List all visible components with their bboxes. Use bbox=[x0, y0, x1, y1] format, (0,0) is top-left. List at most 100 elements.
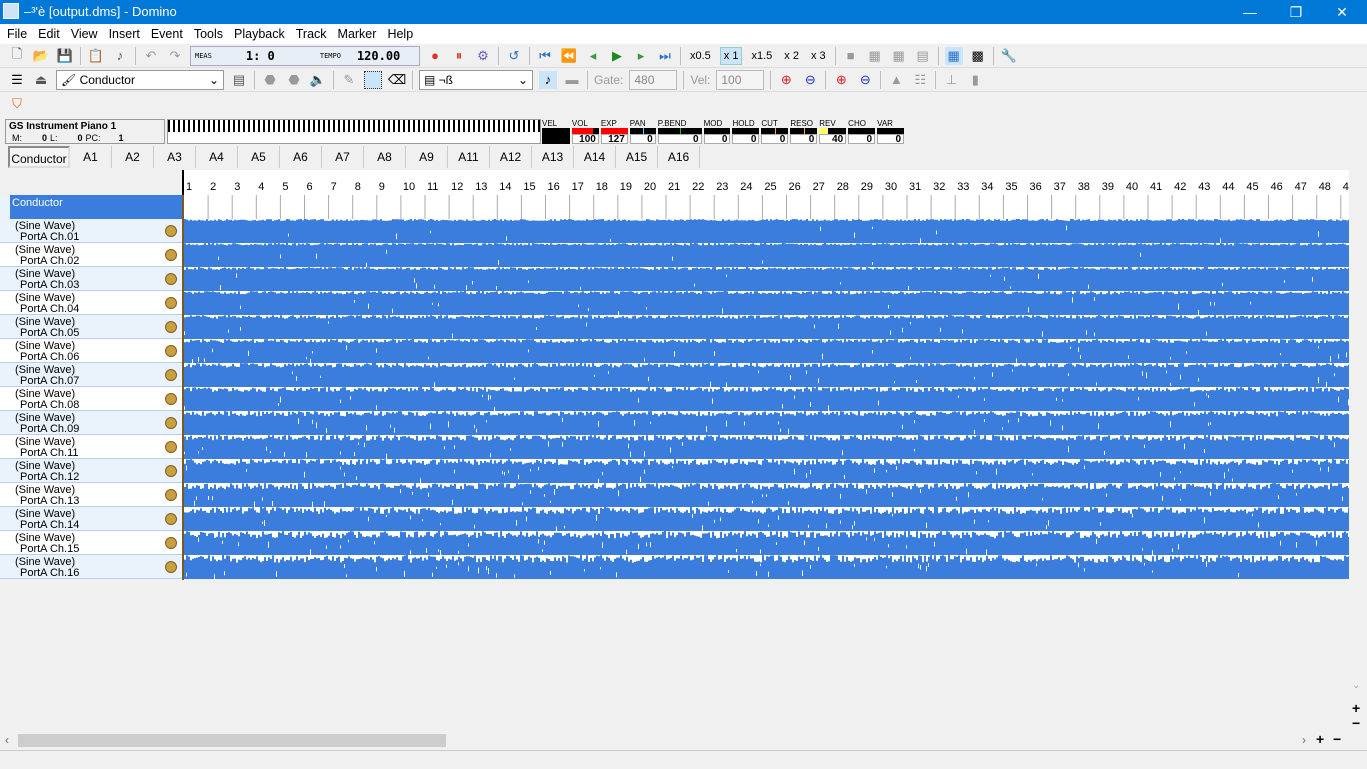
tab-a11[interactable]: A11 bbox=[448, 146, 490, 168]
speaker-icon[interactable] bbox=[165, 537, 177, 549]
speaker-icon[interactable]: 🔈 bbox=[309, 71, 327, 89]
speaker-icon[interactable] bbox=[165, 417, 177, 429]
track-down-icon[interactable]: ☰ bbox=[8, 71, 26, 89]
zoom-in-vertical-icon[interactable]: ⊕ bbox=[832, 71, 850, 89]
tab-a14[interactable]: A14 bbox=[574, 146, 616, 168]
speaker-icon[interactable] bbox=[165, 345, 177, 357]
close-button[interactable]: ✕ bbox=[1319, 0, 1365, 24]
menu-track[interactable]: Track bbox=[292, 24, 334, 44]
vel-input[interactable]: 100 bbox=[716, 69, 765, 90]
gate-input[interactable]: 480 bbox=[629, 69, 678, 90]
properties-icon[interactable]: 📋 bbox=[87, 47, 105, 65]
vertical-zoom-out[interactable]: − bbox=[1352, 715, 1360, 731]
scroll-down-icon[interactable]: ⌄ bbox=[1352, 680, 1360, 691]
track-row[interactable]: (Sine Wave) PortA Ch.16 bbox=[0, 555, 182, 579]
track-row[interactable]: (Sine Wave) PortA Ch.11 bbox=[0, 435, 182, 459]
tool-a-icon[interactable]: ▦ bbox=[866, 47, 884, 65]
undo-icon[interactable]: ↶ bbox=[142, 47, 160, 65]
stop-icon[interactable]: ■ bbox=[842, 47, 860, 65]
speaker-icon[interactable] bbox=[165, 369, 177, 381]
tab-a5[interactable]: A5 bbox=[238, 146, 280, 168]
step-forward-icon[interactable]: ▸ bbox=[632, 47, 650, 65]
speed-0-5[interactable]: x0.5 bbox=[687, 48, 714, 64]
rewind-icon[interactable]: ⏪ bbox=[560, 47, 578, 65]
speaker-icon[interactable] bbox=[165, 489, 177, 501]
track-select[interactable]: 🖌 Conductor ⌄ bbox=[56, 69, 224, 90]
piano-keyboard[interactable] bbox=[167, 119, 541, 144]
speaker-icon[interactable] bbox=[165, 441, 177, 453]
speaker-icon[interactable] bbox=[165, 561, 177, 573]
speaker-icon[interactable] bbox=[165, 249, 177, 261]
tool-b-icon[interactable]: ▦ bbox=[890, 47, 908, 65]
settings-wrench-icon[interactable]: 🔧 bbox=[1000, 47, 1018, 65]
redo-icon[interactable]: ↷ bbox=[166, 47, 184, 65]
tab-a7[interactable]: A7 bbox=[322, 146, 364, 168]
menu-help[interactable]: Help bbox=[383, 24, 420, 44]
track-overview-grid[interactable] bbox=[182, 195, 1349, 580]
track-row[interactable]: (Sine Wave) PortA Ch.07 bbox=[0, 363, 182, 387]
speaker-icon[interactable] bbox=[165, 513, 177, 525]
horizontal-scrollbar[interactable]: ‹ › + − bbox=[0, 731, 1367, 749]
add-marker-icon[interactable]: ⛉ bbox=[8, 95, 26, 113]
tab-a9[interactable]: A9 bbox=[406, 146, 448, 168]
track-row[interactable]: (Sine Wave) PortA Ch.02 bbox=[0, 243, 182, 267]
zoom-in-horizontal-icon[interactable]: ⊕ bbox=[777, 71, 795, 89]
track-row[interactable]: (Sine Wave) PortA Ch.14 bbox=[0, 507, 182, 531]
tab-a2[interactable]: A2 bbox=[112, 146, 154, 168]
track-row[interactable]: (Sine Wave) PortA Ch.13 bbox=[0, 483, 182, 507]
menu-event[interactable]: Event bbox=[147, 24, 190, 44]
menu-view[interactable]: View bbox=[67, 24, 105, 44]
track-row[interactable]: (Sine Wave) PortA Ch.05 bbox=[0, 315, 182, 339]
speaker-icon[interactable] bbox=[165, 297, 177, 309]
clip-icon[interactable]: ▮ bbox=[966, 71, 984, 89]
tab-a1[interactable]: A1 bbox=[70, 146, 112, 168]
menu-edit[interactable]: Edit bbox=[34, 24, 67, 44]
scrollbar-thumb[interactable] bbox=[18, 734, 446, 747]
track-row[interactable]: (Sine Wave) PortA Ch.03 bbox=[0, 267, 182, 291]
note-icon[interactable]: ♪ bbox=[539, 70, 557, 89]
midi-file-icon[interactable]: ♪ bbox=[111, 47, 129, 65]
tool-c-icon[interactable]: ▤ bbox=[914, 47, 932, 65]
menu-insert[interactable]: Insert bbox=[105, 24, 147, 44]
tab-a13[interactable]: A13 bbox=[532, 146, 574, 168]
go-end-icon[interactable]: ⏭ bbox=[656, 47, 674, 65]
tab-conductor[interactable]: Conductor bbox=[8, 146, 70, 168]
vertical-zoom-in[interactable]: + bbox=[1352, 700, 1360, 716]
rest-icon[interactable]: ▬ bbox=[563, 71, 581, 89]
horizontal-zoom-out[interactable]: − bbox=[1333, 731, 1341, 747]
speaker-icon[interactable] bbox=[165, 321, 177, 333]
track-row[interactable]: (Sine Wave) PortA Ch.12 bbox=[0, 459, 182, 483]
track-row[interactable]: (Sine Wave) PortA Ch.01 bbox=[0, 219, 182, 243]
tab-a15[interactable]: A15 bbox=[616, 146, 658, 168]
triangle-tool-icon[interactable]: ▲ bbox=[887, 71, 905, 89]
track-list-icon[interactable]: ▤ bbox=[230, 71, 248, 89]
shape-a-icon[interactable]: ⬣ bbox=[261, 71, 279, 89]
maximize-button[interactable]: ❐ bbox=[1273, 0, 1319, 24]
vertical-scrollbar[interactable]: ⌄ + − bbox=[1349, 170, 1367, 733]
measure-ruler[interactable]: 1 2 3 4 5 6 7 8 9 10 11 12 13 14 15 16 17 18 19 20 21 22 23 24 2… bbox=[182, 170, 1355, 195]
zoom-out-horizontal-icon[interactable]: ⊖ bbox=[801, 71, 819, 89]
save-icon[interactable]: 💾 bbox=[56, 47, 74, 65]
speaker-icon[interactable] bbox=[165, 225, 177, 237]
note-length-select[interactable]: ▤ ¬ß ⌄ bbox=[419, 69, 533, 90]
go-start-icon[interactable]: ⏮ bbox=[536, 47, 554, 65]
menu-playback[interactable]: Playback bbox=[230, 24, 292, 44]
scroll-right-icon[interactable]: › bbox=[1302, 733, 1306, 747]
tab-a6[interactable]: A6 bbox=[280, 146, 322, 168]
menu-file[interactable]: File bbox=[3, 24, 34, 44]
record-icon[interactable]: ● bbox=[426, 47, 444, 65]
tab-a8[interactable]: A8 bbox=[364, 146, 406, 168]
horizontal-zoom-in[interactable]: + bbox=[1316, 731, 1324, 747]
zoom-out-vertical-icon[interactable]: ⊖ bbox=[856, 71, 874, 89]
track-up-icon[interactable]: ⏏ bbox=[32, 71, 50, 89]
tab-a4[interactable]: A4 bbox=[196, 146, 238, 168]
level-meter-icon[interactable]: ▩ bbox=[969, 47, 987, 65]
track-row[interactable]: (Sine Wave) PortA Ch.06 bbox=[0, 339, 182, 363]
pencil-icon[interactable]: ✎ bbox=[340, 71, 358, 89]
align-icon[interactable]: ☷ bbox=[911, 71, 929, 89]
tab-a16[interactable]: A16 bbox=[658, 146, 700, 168]
tab-a12[interactable]: A12 bbox=[490, 146, 532, 168]
track-row[interactable]: (Sine Wave) PortA Ch.08 bbox=[0, 387, 182, 411]
speaker-icon[interactable] bbox=[165, 273, 177, 285]
loop-icon[interactable]: ↺ bbox=[505, 47, 523, 65]
